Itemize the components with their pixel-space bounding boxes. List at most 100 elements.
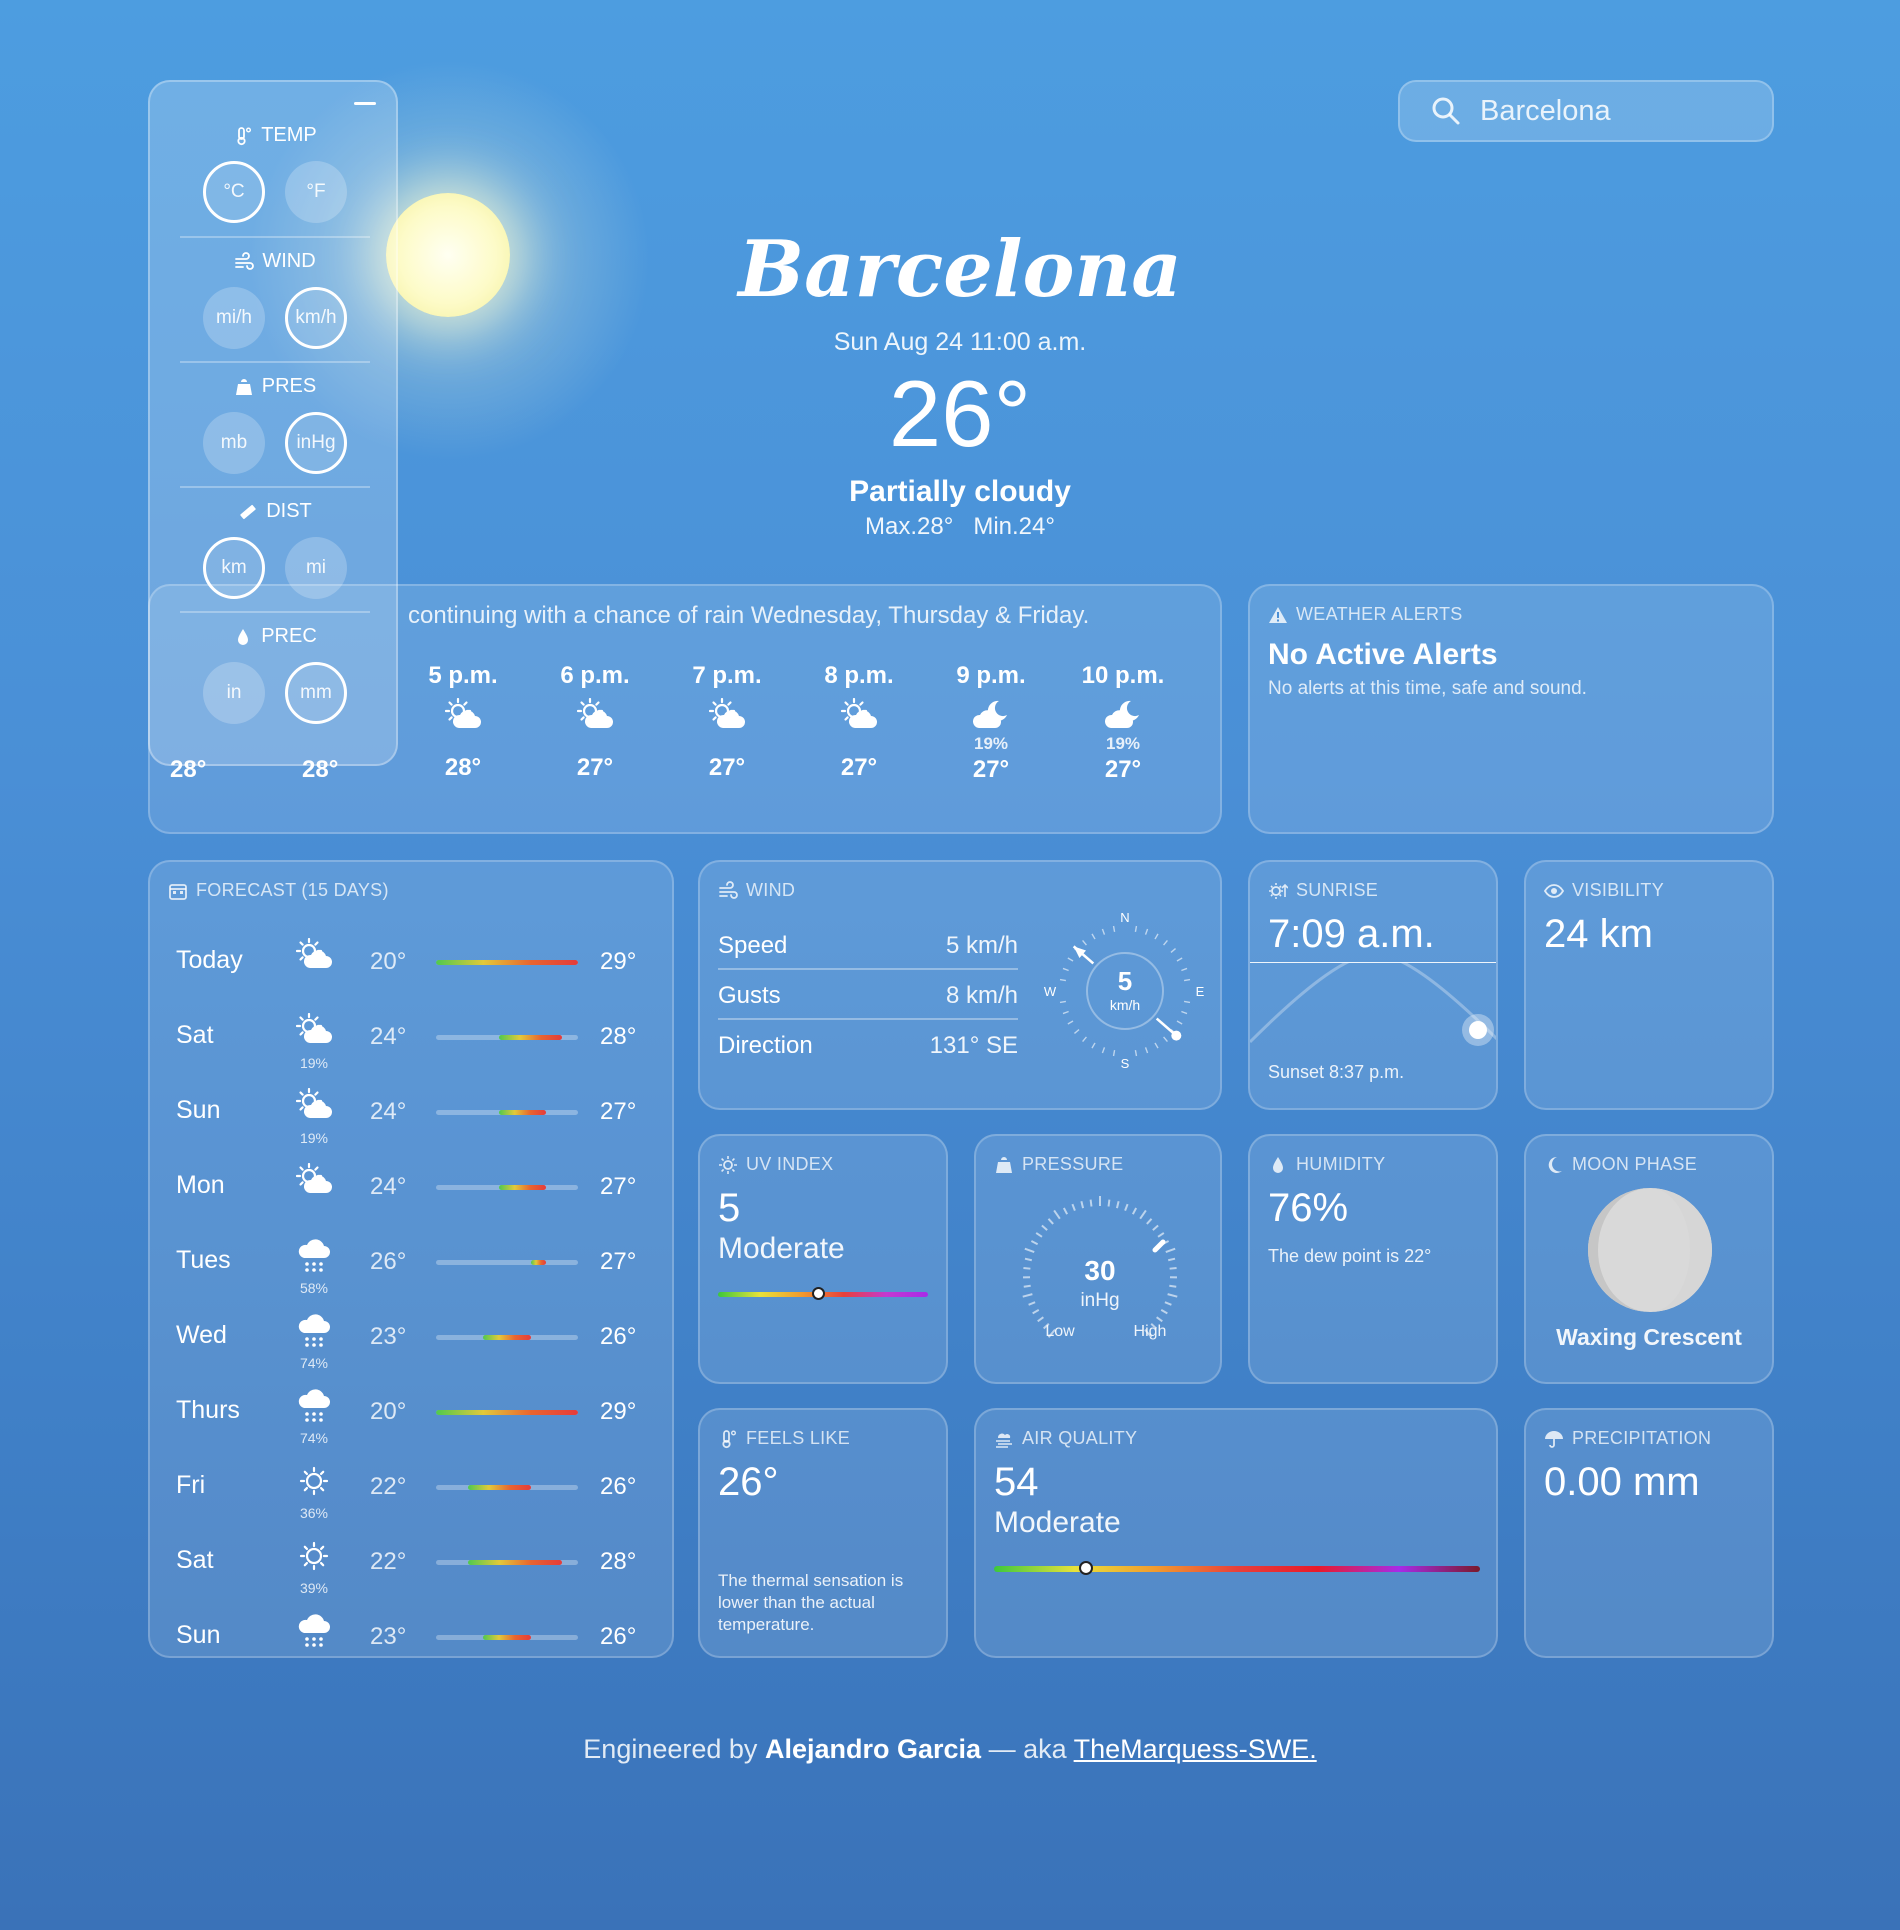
forecast-day: Today xyxy=(176,946,243,974)
hour-item: 10 p.m. 19% 27° xyxy=(1073,662,1173,784)
distance-unit-group: DIST km mi xyxy=(180,500,370,599)
hour-item: 5 p.m. 28° xyxy=(413,662,513,782)
forecast-max: 29° xyxy=(600,1398,637,1425)
forecast-row: Thurs 74% 20° 29° xyxy=(176,1382,656,1456)
forecast-day: Fri xyxy=(176,1471,206,1499)
compass-unit: km/h xyxy=(1110,997,1140,1013)
compass-tick xyxy=(1134,1049,1138,1057)
partly-cloudy-day-icon xyxy=(709,698,745,728)
forecast-precip-chance: 39% xyxy=(299,1580,329,1596)
search-bar[interactable] xyxy=(1398,80,1774,142)
moon-label: MOON PHASE xyxy=(1572,1154,1698,1174)
unit-mb-button[interactable]: mb xyxy=(203,412,265,474)
hour-time: 8 p.m. xyxy=(824,662,894,689)
forecast-range-fill xyxy=(499,1185,547,1190)
forecast-day: Wed xyxy=(176,1321,227,1349)
pressure-tick xyxy=(1146,1218,1153,1225)
ruler-icon xyxy=(240,504,256,519)
forecast-row: Fri 36% 22° 26° xyxy=(176,1457,656,1531)
wind-direction-row: Direction 131° SE xyxy=(718,1020,1018,1070)
pressure-tick xyxy=(1167,1293,1178,1298)
air-quality-level: Moderate xyxy=(994,1506,1121,1539)
pressure-tick xyxy=(1089,1199,1093,1207)
max-temp: Max.28° xyxy=(865,513,954,540)
compass-tick xyxy=(1062,1010,1069,1015)
unit-celsius-button[interactable]: °C xyxy=(203,161,265,223)
unit-in-button[interactable]: in xyxy=(203,662,265,724)
wind-unit-title: WIND xyxy=(262,250,316,272)
feels-like-label: FEELS LIKE xyxy=(746,1428,851,1448)
pressure-tick xyxy=(1169,1266,1177,1270)
unit-mm-button[interactable]: mm xyxy=(285,662,347,724)
current-weather: Barcelona Sun Aug 24 11:00 a.m. 26° Part… xyxy=(660,220,1260,541)
hour-temp: 27° xyxy=(840,754,878,781)
forecast-range-bar xyxy=(436,960,578,965)
compass-west: W xyxy=(1044,984,1057,999)
pressure-tick xyxy=(1167,1257,1176,1262)
forecast-day: Sat xyxy=(176,1021,214,1049)
forecast-max: 26° xyxy=(600,1323,637,1350)
unit-km-button[interactable]: km xyxy=(203,537,265,599)
partly-cloudy-day-icon xyxy=(295,1012,332,1043)
hour-item: 7 p.m. 27° xyxy=(677,662,777,782)
pressure-label: PRESSURE xyxy=(1022,1154,1124,1174)
hour-temp: 28° xyxy=(444,754,482,781)
unit-mph-button[interactable]: mi/h xyxy=(203,287,265,349)
wind-label: WIND xyxy=(746,880,796,900)
partly-cloudy-day-icon xyxy=(295,1162,332,1193)
footer-handle-link[interactable]: TheMarquess-SWE. xyxy=(1074,1734,1317,1764)
feels-like-card: FEELS LIKE 26° The thermal sensation is … xyxy=(698,1408,948,1658)
forecast-max: 29° xyxy=(600,948,637,975)
alerts-title: No Active Alerts xyxy=(1268,638,1498,671)
unit-fahrenheit-button[interactable]: °F xyxy=(285,161,347,223)
feels-like-note: The thermal sensation is lower than the … xyxy=(718,1571,904,1634)
forecast-range-bar xyxy=(436,1185,578,1190)
forecast-range-bar xyxy=(436,1635,578,1640)
pressure-tick xyxy=(1047,1218,1054,1225)
smog-icon xyxy=(996,1433,1012,1448)
pressure-tick xyxy=(1139,1209,1147,1220)
compass-tick xyxy=(1163,1036,1168,1043)
pressure-tick xyxy=(1022,1293,1033,1298)
footer-mid: — aka xyxy=(988,1734,1067,1764)
search-input[interactable] xyxy=(1480,94,1760,128)
forecast-range-bar xyxy=(436,1410,578,1415)
forecast-day: Thurs xyxy=(176,1396,240,1424)
calendar-icon xyxy=(169,883,187,900)
compass-south: S xyxy=(1121,1056,1130,1071)
wind-speed-label: Speed xyxy=(718,932,788,959)
forecast-row: Wed 74% 23° 26° xyxy=(176,1307,656,1381)
compass-tick xyxy=(1082,939,1087,946)
sunrise-icon xyxy=(1269,882,1288,899)
forecast-min: 23° xyxy=(370,1623,407,1650)
hour-item: 6 p.m. 27° xyxy=(545,662,645,782)
wind-speed-row: Speed 5 km/h xyxy=(718,920,1018,970)
droplet-icon xyxy=(1273,1156,1283,1173)
compass-tick xyxy=(1112,925,1116,933)
air-quality-indicator xyxy=(1079,1561,1094,1575)
unit-inhg-button[interactable]: inHg xyxy=(285,412,347,474)
forecast-day: Mon xyxy=(176,1171,225,1199)
forecast-label: FORECAST (15 DAYS) xyxy=(196,880,389,900)
humidity-label: HUMIDITY xyxy=(1296,1154,1386,1174)
unit-mi-button[interactable]: mi xyxy=(285,537,347,599)
forecast-row: Mon 24° 27° xyxy=(176,1157,656,1231)
distance-unit-title: DIST xyxy=(266,500,312,522)
hour-time: 5 p.m. xyxy=(428,662,498,689)
forecast-row: Sat 39% 22° 28° xyxy=(176,1532,656,1606)
unit-kmh-button[interactable]: km/h xyxy=(285,287,347,349)
compass-tick xyxy=(1154,1042,1159,1049)
compass-tick xyxy=(1181,967,1188,972)
temp-unit-title: TEMP xyxy=(261,124,317,146)
hour-temp: 27° xyxy=(708,754,746,781)
forecast-range-bar xyxy=(436,1035,578,1040)
thermometer-icon xyxy=(722,1429,736,1448)
compass-tick xyxy=(1112,1049,1116,1057)
minimize-button[interactable] xyxy=(354,102,376,105)
forecast-day: Tues xyxy=(176,1246,231,1274)
pressure-card: PRESSURE 30 inHg Low High xyxy=(974,1134,1222,1384)
divider xyxy=(180,611,370,613)
footer: Engineered by Alejandro Garcia — aka The… xyxy=(0,1734,1900,1765)
divider xyxy=(180,361,370,363)
thermometer-icon xyxy=(237,126,252,145)
